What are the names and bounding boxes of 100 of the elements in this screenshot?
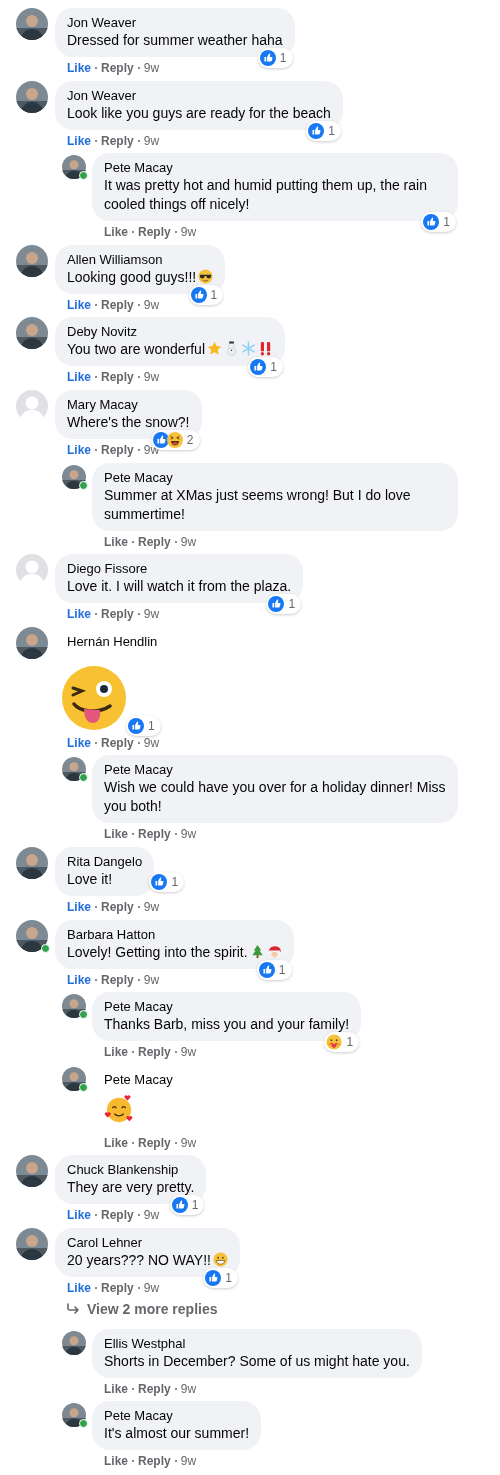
timestamp[interactable]: 9w — [180, 826, 197, 843]
avatar[interactable] — [62, 757, 86, 782]
avatar[interactable] — [16, 8, 48, 40]
author-name[interactable]: Chuck Blankenship — [67, 1162, 195, 1179]
timestamp[interactable]: 9w — [180, 1380, 197, 1397]
reply-link[interactable]: Reply — [101, 1207, 134, 1224]
avatar[interactable] — [16, 919, 48, 952]
author-name[interactable]: Diego Fissore — [67, 561, 292, 578]
author-name[interactable]: Mary Macay — [67, 396, 190, 413]
reaction-summary[interactable]: 1 — [126, 715, 161, 736]
like-link[interactable]: Like — [104, 1453, 128, 1470]
timestamp[interactable]: 9w — [180, 224, 197, 241]
reaction-summary[interactable]: 1 — [188, 284, 224, 305]
like-link[interactable]: Like — [104, 533, 128, 550]
timestamp[interactable]: 9w — [143, 1207, 160, 1224]
author-name[interactable]: Deby Novitz — [67, 324, 274, 341]
reply-link[interactable]: Reply — [101, 898, 134, 915]
like-link[interactable]: Like — [104, 1380, 128, 1397]
like-link[interactable]: Like — [67, 441, 91, 458]
timestamp[interactable]: 9w — [143, 734, 160, 751]
timestamp[interactable]: 9w — [143, 1279, 160, 1296]
like-link[interactable]: Like — [67, 1279, 91, 1296]
timestamp[interactable]: 9w — [143, 606, 160, 623]
like-link[interactable]: Like — [67, 60, 91, 76]
like-link[interactable]: Like — [67, 132, 91, 149]
like-link[interactable]: Like — [104, 1044, 128, 1061]
like-link[interactable]: Like — [104, 826, 128, 843]
avatar[interactable] — [16, 626, 48, 659]
avatar[interactable] — [16, 80, 48, 113]
reaction-summary[interactable]: 1 — [306, 120, 341, 141]
timestamp[interactable]: 9w — [143, 132, 160, 149]
author-name[interactable]: Carol Lehner — [67, 1234, 228, 1251]
like-link[interactable]: Like — [67, 606, 91, 623]
reply-link[interactable]: Reply — [101, 606, 134, 623]
reply-link[interactable]: Reply — [101, 1279, 134, 1296]
like-link[interactable]: Like — [67, 369, 91, 386]
reply-link[interactable]: Reply — [138, 533, 171, 550]
reaction-summary[interactable]: 1 — [169, 1195, 205, 1216]
like-link[interactable]: Like — [67, 898, 91, 915]
like-link[interactable]: Like — [104, 224, 128, 241]
reply-link[interactable]: Reply — [101, 132, 134, 149]
reply-link[interactable]: Reply — [138, 826, 171, 843]
reply-link[interactable]: Reply — [101, 369, 134, 386]
avatar[interactable] — [62, 994, 86, 1019]
author-name[interactable]: Rita Dangelo — [67, 853, 143, 870]
reply-link[interactable]: Reply — [101, 441, 134, 458]
author-name[interactable]: Pete Macay — [104, 160, 446, 177]
timestamp[interactable]: 9w — [180, 1044, 197, 1061]
avatar[interactable] — [62, 1330, 86, 1355]
author-name[interactable]: Pete Macay — [104, 1408, 250, 1425]
author-name[interactable]: Pete Macay — [92, 1064, 185, 1088]
reaction-summary[interactable]: 1 — [266, 594, 302, 615]
reply-link[interactable]: Reply — [138, 224, 171, 241]
reply-link[interactable]: Reply — [138, 1380, 171, 1397]
reaction-summary[interactable]: 1 — [256, 959, 292, 980]
avatar[interactable] — [62, 464, 86, 489]
reaction-summary[interactable]: 1 — [248, 357, 284, 378]
reaction-summary[interactable]: 1 — [257, 48, 293, 68]
reaction-summary[interactable]: 1 — [421, 212, 456, 233]
author-name[interactable]: Hernán Hendlin — [55, 626, 170, 650]
reply-link[interactable]: Reply — [138, 1044, 171, 1061]
reply-link[interactable]: Reply — [101, 734, 134, 751]
timestamp[interactable]: 9w — [143, 971, 160, 988]
reaction-summary[interactable]: 1 — [149, 871, 185, 892]
like-link[interactable]: Like — [67, 296, 91, 313]
like-link[interactable]: Like — [67, 971, 91, 988]
like-link[interactable]: Like — [67, 734, 91, 751]
author-name[interactable]: Barbara Hatton — [67, 926, 282, 943]
timestamp[interactable]: 9w — [180, 1453, 197, 1470]
avatar[interactable] — [16, 1227, 48, 1260]
avatar[interactable] — [16, 846, 48, 879]
avatar[interactable] — [62, 155, 86, 180]
author-name[interactable]: Jon Weaver — [67, 87, 331, 104]
author-name[interactable]: Pete Macay — [104, 469, 446, 486]
author-name[interactable]: Jon Weaver — [67, 15, 283, 31]
like-link[interactable]: Like — [67, 1207, 91, 1224]
reply-link[interactable]: Reply — [101, 971, 134, 988]
comment-text: They are very pretty. — [67, 1179, 195, 1196]
timestamp[interactable]: 9w — [143, 60, 160, 76]
avatar[interactable] — [16, 244, 48, 277]
avatar[interactable] — [16, 1155, 48, 1188]
author-name[interactable]: Allen Williamson — [67, 251, 214, 268]
author-name[interactable]: Pete Macay — [104, 999, 350, 1016]
author-name[interactable]: Ellis Westphal — [104, 1335, 410, 1352]
timestamp[interactable]: 9w — [143, 369, 160, 386]
author-name[interactable]: Pete Macay — [104, 762, 446, 779]
like-link[interactable]: Like — [104, 1134, 128, 1151]
reply-link[interactable]: Reply — [138, 1453, 171, 1470]
timestamp[interactable]: 9w — [143, 898, 160, 915]
avatar[interactable] — [62, 1403, 86, 1428]
reaction-summary[interactable]: 1 — [203, 1267, 238, 1288]
avatar[interactable] — [62, 1066, 86, 1091]
reaction-summary[interactable]: 1 — [324, 1032, 360, 1053]
reply-link[interactable]: Reply — [138, 1134, 171, 1151]
timestamp[interactable]: 9w — [180, 1134, 197, 1151]
reply-link[interactable]: Reply — [101, 60, 134, 76]
timestamp[interactable]: 9w — [180, 533, 197, 550]
timestamp[interactable]: 9w — [143, 296, 160, 313]
avatar[interactable] — [16, 317, 48, 350]
reply-link[interactable]: Reply — [101, 296, 134, 313]
